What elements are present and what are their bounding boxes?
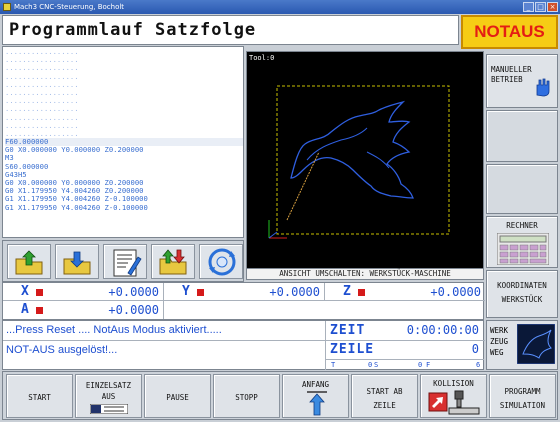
axis-y-value[interactable]: +0.0000	[269, 285, 320, 299]
tsf-readout: T 0 S 0 F 6	[326, 359, 484, 370]
axis-x-indicator	[36, 289, 43, 296]
program-simulation-button[interactable]: PROGRAMM SIMULATION	[489, 374, 556, 418]
hand-icon	[536, 78, 550, 97]
manual-mode-button[interactable]: MANUELLER BETRIEB	[486, 54, 558, 108]
collision-button[interactable]: KOLLISION	[420, 374, 487, 418]
single-block-label-1: EINZELSATZ	[85, 381, 132, 390]
coordinates-workpiece-button[interactable]: KOORDINATEN WERKSTÜCK	[486, 270, 558, 318]
coordinates-label-2: WERKSTÜCK	[501, 295, 543, 304]
calculator-label: RECHNER	[506, 221, 538, 230]
toolpath-view[interactable]: Tool:0	[246, 51, 484, 269]
single-block-toggle-icon	[90, 404, 128, 414]
axis-readout: X +0.0000 Y +0.0000 Z +0.0000 A +0.0000	[2, 282, 485, 320]
axis-a-value[interactable]: +0.0000	[108, 303, 159, 317]
manual-mode-label-2: BETRIEB	[491, 75, 523, 84]
single-block-label-2: AUS	[101, 392, 116, 401]
calculator-icon	[497, 233, 549, 265]
folder-up-icon	[15, 250, 43, 275]
gcode-line[interactable]: G1 X1.179950 Y4.004260 Z-0.100000	[5, 203, 243, 212]
f-value: 6	[476, 361, 481, 369]
s-value: 0	[418, 361, 423, 369]
toolpath-drawing	[268, 85, 450, 239]
folder-arrows-icon	[159, 249, 187, 275]
axis-z-value[interactable]: +0.0000	[430, 285, 481, 299]
rewind-label: ANFANG	[301, 380, 330, 389]
start-from-line-label-2: ZEILE	[373, 401, 396, 410]
folder-down-icon	[63, 251, 91, 275]
load-recent-button[interactable]	[55, 244, 99, 279]
toolpath-label-1: WERK	[490, 326, 509, 335]
edit-document-icon	[113, 249, 142, 277]
page-title: Programmlauf Satzfolge	[2, 15, 459, 45]
axis-y-label: Y	[182, 284, 190, 299]
regenerate-button[interactable]	[199, 244, 243, 279]
axis-z-label: Z	[343, 284, 351, 299]
single-block-button[interactable]: EINZELSATZ AUS	[75, 374, 142, 418]
t-label: T	[331, 361, 336, 369]
axis-y-cell: Y +0.0000	[164, 283, 325, 301]
edit-program-button[interactable]	[103, 244, 147, 279]
view-toggle-caption[interactable]: ANSICHT UMSCHALTEN: WERKSTÜCK-MASCHINE	[246, 268, 484, 280]
minimize-button[interactable]: _	[523, 2, 534, 12]
line-label: ZEILE	[330, 342, 375, 357]
collision-icon	[428, 390, 480, 415]
rewind-button[interactable]: ANFANG	[282, 374, 349, 418]
axis-x-value[interactable]: +0.0000	[108, 285, 159, 299]
close-file-button[interactable]	[151, 244, 195, 279]
arrow-up-icon	[307, 391, 327, 416]
axis-a-label: A	[21, 302, 29, 317]
simulation-label-1: PROGRAMM	[504, 387, 541, 396]
s-label: S	[374, 361, 379, 369]
manual-mode-label-1: MANUELLER	[491, 65, 532, 74]
toolpath-label-3: WEG	[490, 348, 504, 357]
status-message-2: NOT-AUS ausgelöst!...	[6, 344, 118, 356]
coordinates-label-1: KOORDINATEN	[497, 281, 547, 290]
side-button-empty-1[interactable]	[486, 110, 558, 162]
emergency-stop-button[interactable]: NOTAUS	[461, 15, 558, 49]
axis-x-label: X	[21, 284, 29, 299]
f-label: F	[426, 361, 431, 369]
start-from-line-label-1: START AB	[366, 387, 403, 396]
stop-label: STOPP	[235, 393, 258, 402]
time-value: 0:00:00:00	[406, 323, 479, 337]
regenerate-icon	[208, 248, 236, 276]
toolpath-button[interactable]: WERK ZEUG WEG	[486, 320, 558, 370]
calculator-button[interactable]: RECHNER	[486, 216, 558, 268]
load-file-button[interactable]	[7, 244, 51, 279]
gcode-listing[interactable]: ........................................…	[2, 46, 244, 238]
axis-z-cell: Z +0.0000	[325, 283, 485, 301]
time-label: ZEIT	[330, 323, 366, 338]
file-toolbar	[2, 240, 244, 282]
start-label: START	[28, 393, 51, 402]
maximize-button[interactable]: □	[535, 2, 546, 12]
app-icon	[3, 3, 11, 11]
window-title: Mach3 CNC-Steuerung, Bocholt	[14, 3, 125, 11]
axis-x-cell: X +0.0000	[3, 283, 164, 301]
status-panel: ...Press Reset .... NotAus Modus aktivie…	[2, 320, 485, 370]
pause-button[interactable]: PAUSE	[144, 374, 211, 418]
side-button-empty-2[interactable]	[486, 164, 558, 214]
gcode-line[interactable]: S60.000000	[5, 162, 243, 171]
axis-a-cell: A +0.0000	[3, 301, 164, 319]
pause-label: PAUSE	[166, 393, 189, 402]
t-value: 0	[368, 361, 373, 369]
close-button[interactable]: ×	[547, 2, 558, 12]
toolpath-label-2: ZEUG	[490, 337, 509, 346]
window-titlebar: Mach3 CNC-Steuerung, Bocholt _ □ ×	[0, 0, 560, 14]
simulation-label-2: SIMULATION	[499, 401, 546, 410]
line-value: 0	[471, 342, 479, 356]
axis-a-indicator	[36, 307, 43, 314]
toolpath-preview-icon	[517, 324, 555, 364]
status-message-1: ...Press Reset .... NotAus Modus aktivie…	[6, 324, 222, 336]
start-from-line-button[interactable]: START AB ZEILE	[351, 374, 418, 418]
function-key-bar: START EINZELSATZ AUS PAUSE STOPP ANFANG …	[2, 371, 558, 420]
gcode-line[interactable]: G0 X0.000000 Y0.000000 Z0.200000	[5, 146, 243, 154]
stop-button[interactable]: STOPP	[213, 374, 280, 418]
axis-y-indicator	[197, 289, 204, 296]
collision-label: KOLLISION	[433, 379, 474, 388]
start-button[interactable]: START	[6, 374, 73, 418]
axis-z-indicator	[358, 289, 365, 296]
